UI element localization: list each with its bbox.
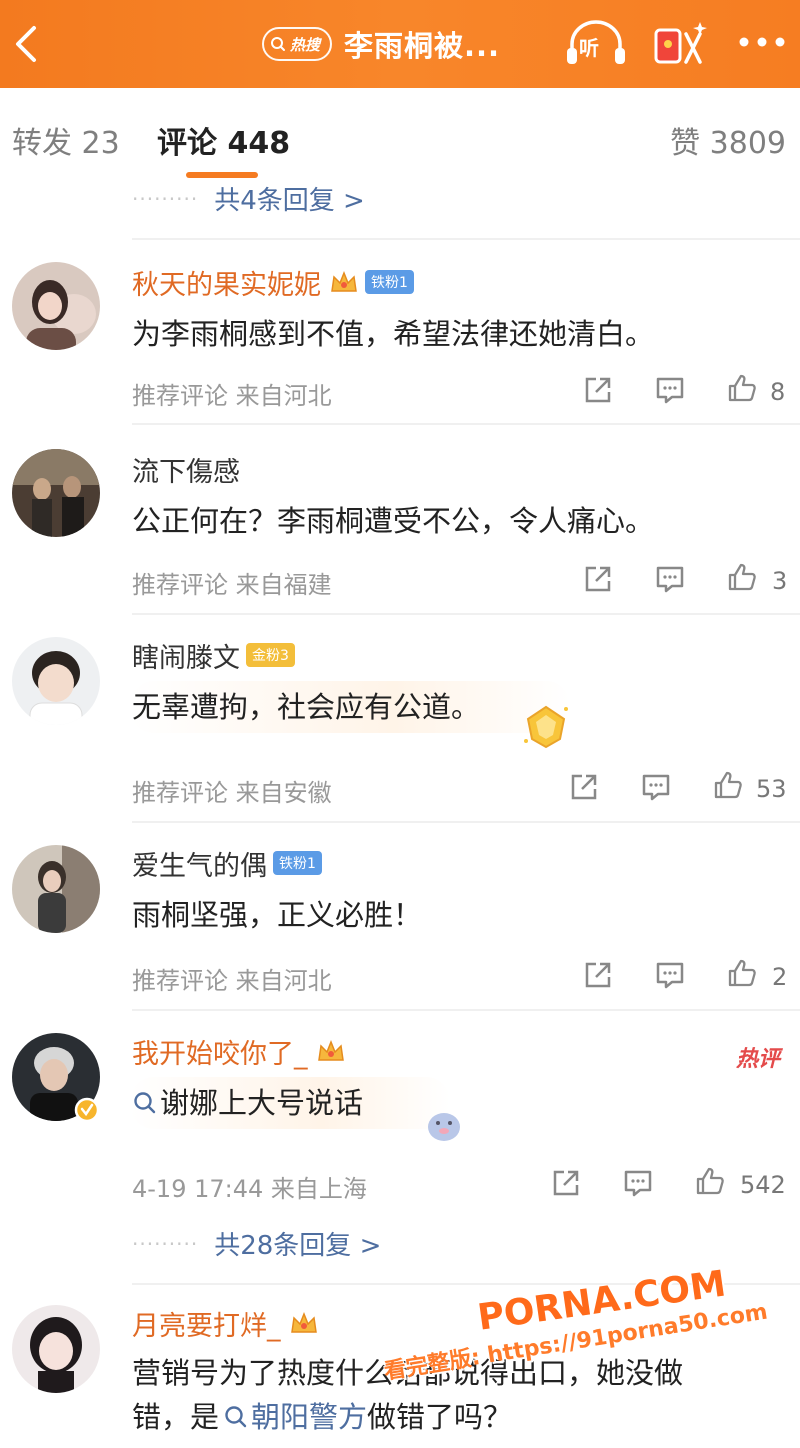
- username[interactable]: 我开始咬你了_: [132, 1032, 308, 1071]
- fan-badge: 铁粉1: [273, 851, 322, 875]
- listen-label: 听: [579, 36, 599, 60]
- replies-dots: ·········: [132, 1231, 199, 1256]
- tab-like[interactable]: 赞 3809: [670, 118, 786, 162]
- like-count: 542: [740, 1171, 786, 1199]
- topic-title-area[interactable]: 热搜 李雨桐被...: [262, 24, 500, 64]
- username[interactable]: 流下傷感: [132, 450, 240, 489]
- tab-repost[interactable]: 转发 23: [12, 118, 120, 162]
- comment-meta: 推荐评论 来自河北: [132, 967, 332, 995]
- comment-text: 雨桐坚强，正义必胜！: [132, 898, 423, 932]
- like-icon[interactable]: [726, 561, 758, 593]
- reply-icon[interactable]: [654, 563, 686, 595]
- comment-item: 流下傷感 公正何在？李雨桐遭受不公，令人痛心。 推荐评论 来自福建 3: [0, 427, 800, 615]
- view-replies-link[interactable]: ········· 共28条回复 >: [132, 1225, 381, 1262]
- username[interactable]: 秋天的果实妮妮: [132, 263, 321, 302]
- avatar[interactable]: [12, 845, 100, 933]
- view-replies-link[interactable]: ········· 共4条回复 >: [132, 180, 365, 217]
- reply-icon[interactable]: [654, 374, 686, 406]
- listen-button[interactable]: 听: [564, 18, 628, 70]
- top-navigation-bar: 热搜 李雨桐被... 听: [0, 0, 800, 88]
- search-icon: [134, 1092, 156, 1114]
- comment-meta: 推荐评论 来自河北: [132, 382, 332, 410]
- like-icon[interactable]: [694, 1165, 726, 1197]
- more-options-icon[interactable]: [736, 30, 788, 54]
- comment-meta: 推荐评论 来自福建: [132, 571, 332, 599]
- search-topic-link[interactable]: 朝阳警方: [223, 1395, 367, 1439]
- comment-text: 为李雨桐感到不值，希望法律还她清白。: [132, 317, 655, 351]
- comment-item: 我开始咬你了_ 热评 谢娜上大号说话 4-19 17:44 来自上海 542 ·…: [0, 1011, 800, 1287]
- hot-comment-tag: 热评: [735, 1047, 780, 1072]
- username[interactable]: 爱生气的偶: [132, 844, 267, 883]
- vip-crown-icon: [317, 1039, 344, 1061]
- search-topic-text: 朝阳警方: [251, 1400, 368, 1434]
- vip-crown-icon: [331, 270, 357, 292]
- share-icon[interactable]: [582, 563, 614, 595]
- share-icon[interactable]: [550, 1167, 582, 1199]
- reply-icon[interactable]: [640, 771, 672, 803]
- sticker-icon: [428, 1113, 460, 1141]
- like-count: 8: [770, 378, 786, 406]
- username[interactable]: 月亮要打烊_: [132, 1304, 281, 1343]
- search-topic-text: 谢娜上大号说话: [160, 1086, 364, 1120]
- avatar[interactable]: [12, 262, 100, 350]
- tab-comment[interactable]: 评论 448: [157, 118, 290, 162]
- comment-meta: 4-19 17:44 来自上海: [132, 1175, 367, 1203]
- comment-text-line-2: 错，是 朝阳警方 做错了吗？: [132, 1395, 512, 1439]
- search-icon: [271, 37, 285, 51]
- search-topic-link[interactable]: 谢娜上大号说话: [132, 1081, 363, 1125]
- avatar[interactable]: [12, 1305, 100, 1393]
- page-title: 李雨桐被...: [344, 29, 501, 63]
- replies-label: 共28条回复 >: [214, 1231, 382, 1261]
- tab-bar: 转发 23 评论 448 赞 3809: [0, 88, 800, 184]
- like-count: 2: [772, 963, 788, 991]
- vip-crown-icon: [290, 1311, 317, 1333]
- search-icon: [225, 1406, 247, 1428]
- comment-meta: 推荐评论 来自安徽: [132, 779, 332, 807]
- comment-text-prefix: 错，是: [132, 1400, 220, 1434]
- comment-text: 无辜遭拘，社会应有公道。: [132, 690, 481, 724]
- divider: [132, 423, 800, 425]
- avatar[interactable]: [12, 449, 100, 537]
- red-packet-icon[interactable]: [650, 18, 710, 70]
- back-arrow-icon[interactable]: [6, 20, 46, 68]
- share-icon[interactable]: [568, 771, 600, 803]
- hot-search-badge[interactable]: 热搜: [262, 27, 333, 61]
- fan-badge-label: 金粉3: [252, 648, 289, 664]
- like-count: 3: [772, 567, 788, 595]
- hot-search-label: 热搜: [290, 35, 321, 54]
- active-tab-indicator: [186, 172, 258, 178]
- comment-text: 公正何在？李雨桐遭受不公，令人痛心。: [132, 504, 655, 538]
- like-icon[interactable]: [712, 769, 744, 801]
- fan-badge: 金粉3: [246, 643, 295, 667]
- like-icon[interactable]: [726, 957, 758, 989]
- avatar[interactable]: [12, 637, 100, 725]
- username[interactable]: 瞎闹滕文: [132, 636, 240, 675]
- replies-dots: ·········: [132, 186, 199, 211]
- fan-badge-label: 铁粉1: [371, 275, 408, 291]
- verified-badge-icon: [74, 1097, 100, 1123]
- reply-icon[interactable]: [622, 1167, 654, 1199]
- share-icon[interactable]: [582, 959, 614, 991]
- replies-label: 共4条回复 >: [214, 186, 365, 216]
- fan-badge: 铁粉1: [365, 270, 414, 294]
- comment-item: 秋天的果实妮妮 铁粉1 为李雨桐感到不值，希望法律还她清白。 推荐评论 来自河北…: [0, 240, 800, 425]
- comment-text-suffix: 做错了吗？: [367, 1400, 513, 1434]
- comment-text: 谢娜上大号说话: [132, 1081, 363, 1128]
- reply-icon[interactable]: [654, 959, 686, 991]
- share-icon[interactable]: [582, 374, 614, 406]
- like-icon[interactable]: [726, 372, 758, 404]
- fan-badge-label: 铁粉1: [279, 856, 316, 872]
- gold-gem-icon: [524, 705, 568, 749]
- like-count: 53: [756, 775, 787, 803]
- comment-item: 爱生气的偶 铁粉1 雨桐坚强，正义必胜！ 推荐评论 来自河北 2: [0, 823, 800, 1011]
- comment-item: 瞎闹滕文 金粉3 无辜遭拘，社会应有公道。 推荐评论 来自安徽 53: [0, 615, 800, 823]
